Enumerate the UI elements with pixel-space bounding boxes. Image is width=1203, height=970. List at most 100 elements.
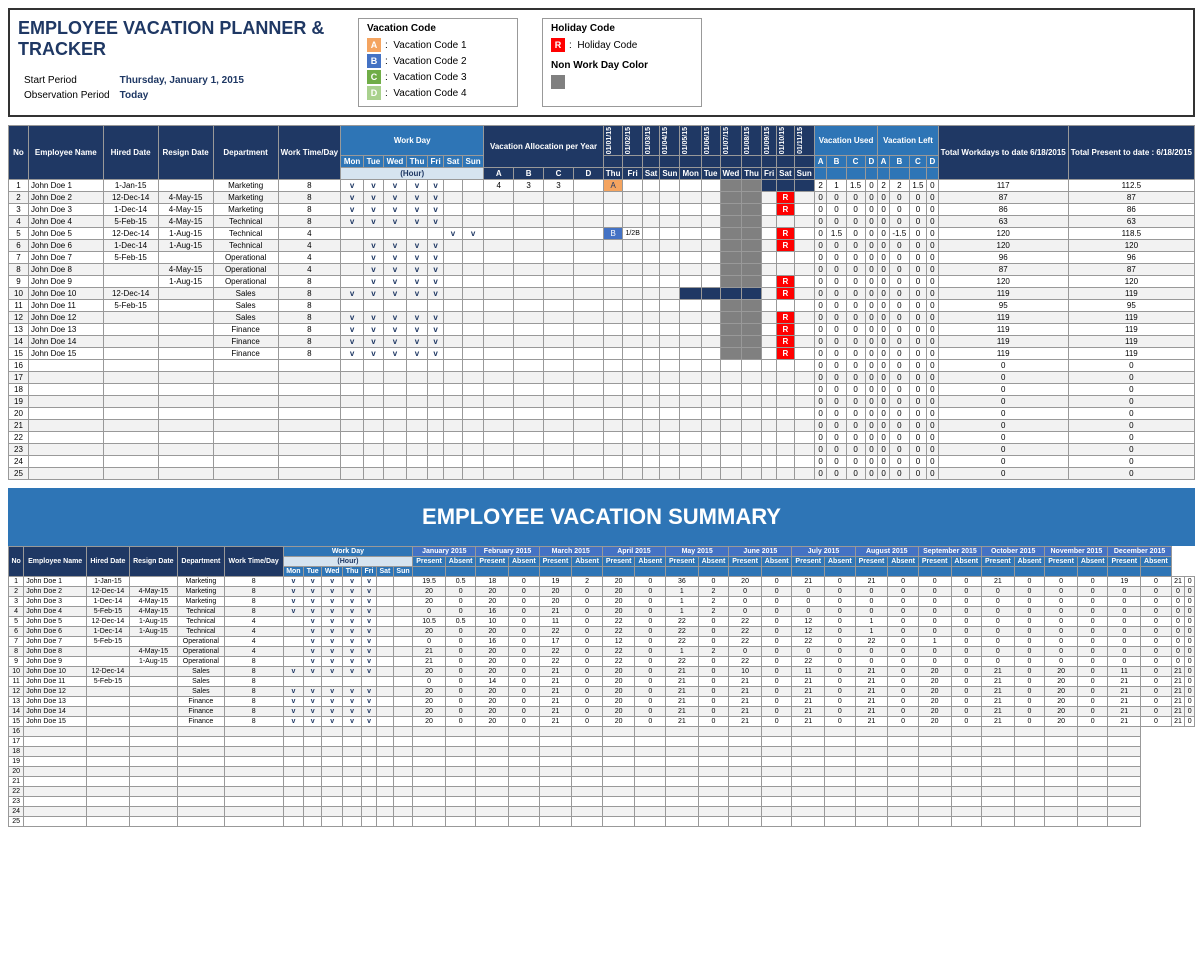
- day-wed: Wed: [720, 168, 742, 180]
- table-row: 210000000000: [9, 420, 1195, 432]
- legend-a-label: : Vacation Code 1: [385, 40, 467, 51]
- s-may-a: Absent: [698, 557, 729, 567]
- col-vacation-left: Vacation Left: [878, 126, 938, 156]
- s-wed: Wed: [322, 567, 343, 577]
- day-sat: Sat: [642, 168, 659, 180]
- summary-row: 8John Doe 84-May-15Operational4 vvvv 210…: [9, 647, 1195, 657]
- s-au1: [855, 567, 888, 577]
- s-se1: [918, 567, 951, 577]
- l-a: [878, 168, 889, 180]
- vacation-code-title: Vacation Code: [367, 23, 509, 34]
- s-m2: [572, 567, 603, 577]
- s-aug: August 2015: [855, 547, 918, 557]
- left-a: A: [878, 156, 889, 168]
- summary-title: EMPLOYEE VACATION SUMMARY: [422, 504, 781, 529]
- col-d9: [761, 156, 776, 168]
- col-thu: Thu: [407, 156, 428, 168]
- s-aug-a: Absent: [888, 557, 919, 567]
- start-label: Start Period: [20, 74, 114, 87]
- left-b: B: [889, 156, 909, 168]
- box-d-icon: D: [367, 86, 381, 100]
- col-work-day: Work Day: [341, 126, 484, 156]
- s-apr: April 2015: [602, 547, 665, 557]
- col-date-5: 01/05/15: [680, 126, 701, 156]
- s-sat: Sat: [376, 567, 393, 577]
- col-hour: (Hour): [341, 168, 484, 180]
- summary-row: 4John Doe 45-Feb-154-May-15Technical8 vv…: [9, 607, 1195, 617]
- day-sun2: Sun: [794, 168, 814, 180]
- s-mon: Mon: [283, 567, 304, 577]
- s-fri: Fri: [362, 567, 377, 577]
- s-jl2: [825, 567, 856, 577]
- table-row: 160000000000: [9, 360, 1195, 372]
- table-row: 14John Doe 14Finance8 vvvvv R 0000 0000 …: [9, 336, 1195, 348]
- s-dec-p: Present: [1108, 557, 1141, 567]
- non-work-box-icon: [551, 75, 565, 89]
- s-col-name: Employee Name: [24, 547, 87, 577]
- s-dc2: [1141, 567, 1172, 577]
- table-row: 1John Doe 11-Jan-15Marketing8 vvvvv 433 …: [9, 180, 1195, 192]
- col-total-workdays: Total Workdays to date 6/18/2015: [938, 126, 1068, 180]
- s-my1: [666, 567, 699, 577]
- col-vacation-alloc: Vacation Allocation per Year: [484, 126, 604, 168]
- s-jun-p: Present: [729, 557, 762, 567]
- table-row: 13John Doe 13Finance8 vvvvv R 0000 0000 …: [9, 324, 1195, 336]
- summary-section: No Employee Name Hired Date Resign Date …: [8, 546, 1195, 827]
- summary-row: 14John Doe 14Finance8 vvvvv 200200210200…: [9, 707, 1195, 717]
- col-d4: [660, 156, 680, 168]
- s-oc1: [982, 567, 1015, 577]
- s-hour: (Hour): [283, 557, 413, 567]
- col-tue: Tue: [363, 156, 383, 168]
- summary-row: 18: [9, 747, 1195, 757]
- non-work-item: [551, 75, 693, 89]
- legend-c-label: : Vacation Code 3: [385, 72, 467, 83]
- col-date-11: 01/11/15: [794, 126, 814, 156]
- s-nov: November 2015: [1045, 547, 1108, 557]
- summary-row: 9John Doe 91-Aug-15Operational8 vvvv 210…: [9, 657, 1195, 667]
- s-col-resign: Resign Date: [129, 547, 177, 577]
- s-apr-p: Present: [602, 557, 635, 567]
- s-sep-p: Present: [918, 557, 951, 567]
- table-row: 2John Doe 212-Dec-144-May-15Marketing8 v…: [9, 192, 1195, 204]
- s-j2: [445, 567, 476, 577]
- col-dept: Department: [213, 126, 278, 180]
- s-f2: [509, 567, 540, 577]
- s-mar-a: Absent: [572, 557, 603, 567]
- s-jun: June 2015: [729, 547, 792, 557]
- u-c: [846, 168, 865, 180]
- day-tue: Tue: [701, 168, 720, 180]
- day-thu2: Thu: [742, 168, 762, 180]
- u-d: [865, 168, 878, 180]
- s-nov-p: Present: [1045, 557, 1078, 567]
- s-my2: [698, 567, 729, 577]
- col-d2: [623, 156, 642, 168]
- s-mar: March 2015: [539, 547, 602, 557]
- s-tue: Tue: [304, 567, 322, 577]
- col-hired: Hired Date: [103, 126, 158, 180]
- summary-row: 16: [9, 727, 1195, 737]
- vac-b: B: [514, 168, 544, 180]
- legend-r: R : Holiday Code: [551, 38, 693, 52]
- s-oct: October 2015: [982, 547, 1045, 557]
- summary-row: 25: [9, 817, 1195, 827]
- s-nov-a: Absent: [1077, 557, 1108, 567]
- table-row: 8John Doe 84-May-15Operational4 vvvv 000…: [9, 264, 1195, 276]
- obs-value: Today: [116, 89, 248, 102]
- s-oct-p: Present: [982, 557, 1015, 567]
- legend-d: D : Vacation Code 4: [367, 86, 509, 100]
- legend-r-label: : Holiday Code: [569, 40, 637, 51]
- period-table: Start Period Thursday, January 1, 2015 O…: [18, 72, 250, 104]
- summary-row: 19: [9, 757, 1195, 767]
- s-feb-p: Present: [476, 557, 509, 567]
- left-c: C: [909, 156, 926, 168]
- col-date-3: 01/03/15: [642, 126, 659, 156]
- vac-c: C: [544, 168, 574, 180]
- day-fri: Fri: [623, 168, 642, 180]
- s-jul-p: Present: [792, 557, 825, 567]
- summary-row: 21: [9, 777, 1195, 787]
- col-total-present: Total Present to date : 6/18/2015: [1068, 126, 1194, 180]
- non-work-title: Non Work Day Color: [551, 60, 693, 71]
- s-may: May 2015: [666, 547, 729, 557]
- non-work-section: Non Work Day Color: [551, 60, 693, 89]
- col-work-time: Work Time/Day: [278, 126, 341, 180]
